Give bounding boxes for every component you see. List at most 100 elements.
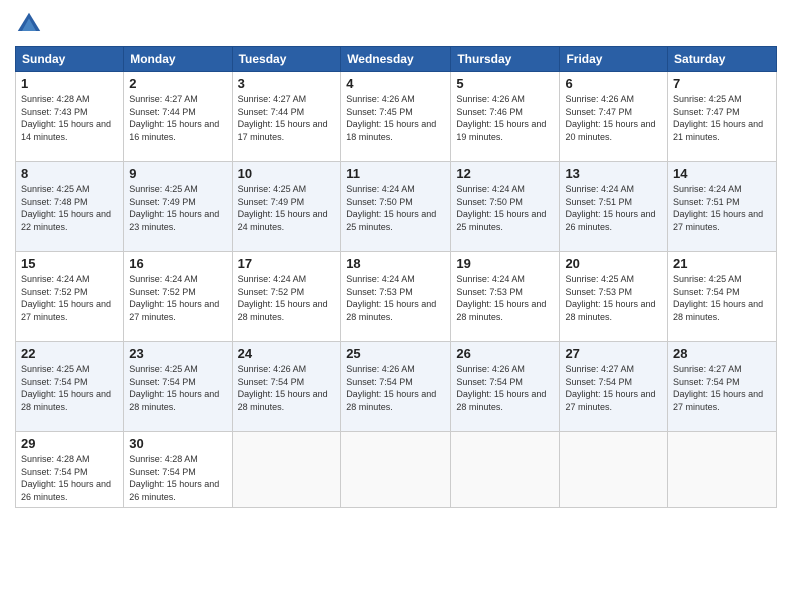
day-number: 6 xyxy=(565,76,662,91)
day-info: Sunrise: 4:28 AMSunset: 7:54 PMDaylight:… xyxy=(129,453,226,503)
calendar-cell-day-12: 12 Sunrise: 4:24 AMSunset: 7:50 PMDayligh… xyxy=(451,162,560,252)
day-number: 20 xyxy=(565,256,662,271)
calendar-cell-day-7: 7Sunrise: 4:25 AMSunset: 7:47 PMDaylight… xyxy=(668,72,777,162)
day-info: Sunrise: 4:26 AMSunset: 7:47 PMDaylight:… xyxy=(565,93,662,143)
day-number: 16 xyxy=(129,256,226,271)
calendar-table: SundayMondayTuesdayWednesdayThursdayFrid… xyxy=(15,46,777,508)
page: SundayMondayTuesdayWednesdayThursdayFrid… xyxy=(0,0,792,612)
day-info: Sunrise: 4:24 AMSunset: 7:50 PMDaylight:… xyxy=(346,183,445,233)
day-number: 18 xyxy=(346,256,445,271)
day-number: 28 xyxy=(673,346,771,361)
col-header-friday: Friday xyxy=(560,47,668,72)
calendar-week-row: 22 Sunrise: 4:25 AMSunset: 7:54 PMDayligh… xyxy=(16,342,777,432)
calendar-cell-day-16: 16 Sunrise: 4:24 AMSunset: 7:52 PMDayligh… xyxy=(124,252,232,342)
day-number: 21 xyxy=(673,256,771,271)
calendar-week-row: 15Sunrise: 4:24 AMSunset: 7:52 PMDayligh… xyxy=(16,252,777,342)
day-info: Sunrise: 4:24 AMSunset: 7:53 PMDaylight:… xyxy=(456,273,554,323)
day-number: 3 xyxy=(238,76,336,91)
day-number: 5 xyxy=(456,76,554,91)
calendar-cell-day-15: 15Sunrise: 4:24 AMSunset: 7:52 PMDayligh… xyxy=(16,252,124,342)
day-info: Sunrise: 4:26 AMSunset: 7:54 PMDaylight:… xyxy=(346,363,445,413)
day-number: 11 xyxy=(346,166,445,181)
calendar-cell-day-5: 5 Sunrise: 4:26 AMSunset: 7:46 PMDaylight… xyxy=(451,72,560,162)
day-info: Sunrise: 4:27 AMSunset: 7:54 PMDaylight:… xyxy=(565,363,662,413)
day-info: Sunrise: 4:24 AMSunset: 7:51 PMDaylight:… xyxy=(565,183,662,233)
empty-cell xyxy=(341,432,451,508)
day-info: Sunrise: 4:27 AMSunset: 7:44 PMDaylight:… xyxy=(238,93,336,143)
empty-cell xyxy=(560,432,668,508)
day-number: 25 xyxy=(346,346,445,361)
day-info: Sunrise: 4:28 AMSunset: 7:43 PMDaylight:… xyxy=(21,93,118,143)
calendar-cell-day-21: 21 Sunrise: 4:25 AMSunset: 7:54 PMDayligh… xyxy=(668,252,777,342)
day-info: Sunrise: 4:24 AMSunset: 7:53 PMDaylight:… xyxy=(346,273,445,323)
calendar-cell-day-19: 19Sunrise: 4:24 AMSunset: 7:53 PMDayligh… xyxy=(451,252,560,342)
day-number: 10 xyxy=(238,166,336,181)
day-number: 2 xyxy=(129,76,226,91)
empty-cell xyxy=(451,432,560,508)
calendar-week-row: 29 Sunrise: 4:28 AMSunset: 7:54 PMDayligh… xyxy=(16,432,777,508)
day-info: Sunrise: 4:24 AMSunset: 7:52 PMDaylight:… xyxy=(129,273,226,323)
day-number: 4 xyxy=(346,76,445,91)
day-info: Sunrise: 4:25 AMSunset: 7:49 PMDaylight:… xyxy=(129,183,226,233)
calendar-cell-day-22: 22 Sunrise: 4:25 AMSunset: 7:54 PMDayligh… xyxy=(16,342,124,432)
calendar-cell-day-11: 11 Sunrise: 4:24 AMSunset: 7:50 PMDayligh… xyxy=(341,162,451,252)
day-number: 8 xyxy=(21,166,118,181)
day-info: Sunrise: 4:26 AMSunset: 7:45 PMDaylight:… xyxy=(346,93,445,143)
day-number: 29 xyxy=(21,436,118,451)
calendar-cell-day-28: 28 Sunrise: 4:27 AMSunset: 7:54 PMDayligh… xyxy=(668,342,777,432)
day-info: Sunrise: 4:24 AMSunset: 7:51 PMDaylight:… xyxy=(673,183,771,233)
empty-cell xyxy=(668,432,777,508)
day-info: Sunrise: 4:25 AMSunset: 7:54 PMDaylight:… xyxy=(21,363,118,413)
logo-icon xyxy=(15,10,43,38)
day-info: Sunrise: 4:25 AMSunset: 7:54 PMDaylight:… xyxy=(129,363,226,413)
logo xyxy=(15,10,47,38)
calendar-cell-day-13: 13Sunrise: 4:24 AMSunset: 7:51 PMDayligh… xyxy=(560,162,668,252)
col-header-thursday: Thursday xyxy=(451,47,560,72)
calendar-cell-day-24: 24 Sunrise: 4:26 AMSunset: 7:54 PMDayligh… xyxy=(232,342,341,432)
calendar-cell-day-30: 30Sunrise: 4:28 AMSunset: 7:54 PMDayligh… xyxy=(124,432,232,508)
day-number: 27 xyxy=(565,346,662,361)
calendar-cell-day-1: 1Sunrise: 4:28 AMSunset: 7:43 PMDaylight… xyxy=(16,72,124,162)
calendar-cell-day-27: 27 Sunrise: 4:27 AMSunset: 7:54 PMDayligh… xyxy=(560,342,668,432)
day-number: 9 xyxy=(129,166,226,181)
calendar-cell-day-25: 25 Sunrise: 4:26 AMSunset: 7:54 PMDayligh… xyxy=(341,342,451,432)
day-number: 24 xyxy=(238,346,336,361)
calendar-cell-day-2: 2Sunrise: 4:27 AMSunset: 7:44 PMDaylight… xyxy=(124,72,232,162)
day-number: 22 xyxy=(21,346,118,361)
calendar-cell-day-26: 26 Sunrise: 4:26 AMSunset: 7:54 PMDayligh… xyxy=(451,342,560,432)
day-info: Sunrise: 4:25 AMSunset: 7:49 PMDaylight:… xyxy=(238,183,336,233)
col-header-tuesday: Tuesday xyxy=(232,47,341,72)
calendar-cell-day-4: 4 Sunrise: 4:26 AMSunset: 7:45 PMDaylight… xyxy=(341,72,451,162)
calendar-cell-day-6: 6 Sunrise: 4:26 AMSunset: 7:47 PMDaylight… xyxy=(560,72,668,162)
calendar-week-row: 8 Sunrise: 4:25 AMSunset: 7:48 PMDaylight… xyxy=(16,162,777,252)
calendar-week-row: 1Sunrise: 4:28 AMSunset: 7:43 PMDaylight… xyxy=(16,72,777,162)
calendar-cell-day-29: 29 Sunrise: 4:28 AMSunset: 7:54 PMDayligh… xyxy=(16,432,124,508)
day-info: Sunrise: 4:25 AMSunset: 7:48 PMDaylight:… xyxy=(21,183,118,233)
empty-cell xyxy=(232,432,341,508)
day-info: Sunrise: 4:25 AMSunset: 7:53 PMDaylight:… xyxy=(565,273,662,323)
day-number: 23 xyxy=(129,346,226,361)
day-info: Sunrise: 4:24 AMSunset: 7:50 PMDaylight:… xyxy=(456,183,554,233)
day-info: Sunrise: 4:28 AMSunset: 7:54 PMDaylight:… xyxy=(21,453,118,503)
col-header-monday: Monday xyxy=(124,47,232,72)
calendar-cell-day-17: 17 Sunrise: 4:24 AMSunset: 7:52 PMDayligh… xyxy=(232,252,341,342)
calendar-cell-day-20: 20 Sunrise: 4:25 AMSunset: 7:53 PMDayligh… xyxy=(560,252,668,342)
day-info: Sunrise: 4:24 AMSunset: 7:52 PMDaylight:… xyxy=(238,273,336,323)
calendar-cell-day-23: 23 Sunrise: 4:25 AMSunset: 7:54 PMDayligh… xyxy=(124,342,232,432)
day-info: Sunrise: 4:26 AMSunset: 7:54 PMDaylight:… xyxy=(456,363,554,413)
day-number: 26 xyxy=(456,346,554,361)
header xyxy=(15,10,777,38)
day-info: Sunrise: 4:25 AMSunset: 7:54 PMDaylight:… xyxy=(673,273,771,323)
day-number: 17 xyxy=(238,256,336,271)
day-info: Sunrise: 4:27 AMSunset: 7:54 PMDaylight:… xyxy=(673,363,771,413)
calendar-cell-day-14: 14 Sunrise: 4:24 AMSunset: 7:51 PMDayligh… xyxy=(668,162,777,252)
col-header-sunday: Sunday xyxy=(16,47,124,72)
day-number: 7 xyxy=(673,76,771,91)
day-info: Sunrise: 4:26 AMSunset: 7:54 PMDaylight:… xyxy=(238,363,336,413)
col-header-saturday: Saturday xyxy=(668,47,777,72)
col-header-wednesday: Wednesday xyxy=(341,47,451,72)
day-info: Sunrise: 4:26 AMSunset: 7:46 PMDaylight:… xyxy=(456,93,554,143)
day-number: 12 xyxy=(456,166,554,181)
day-number: 14 xyxy=(673,166,771,181)
calendar-cell-day-9: 9 Sunrise: 4:25 AMSunset: 7:49 PMDaylight… xyxy=(124,162,232,252)
